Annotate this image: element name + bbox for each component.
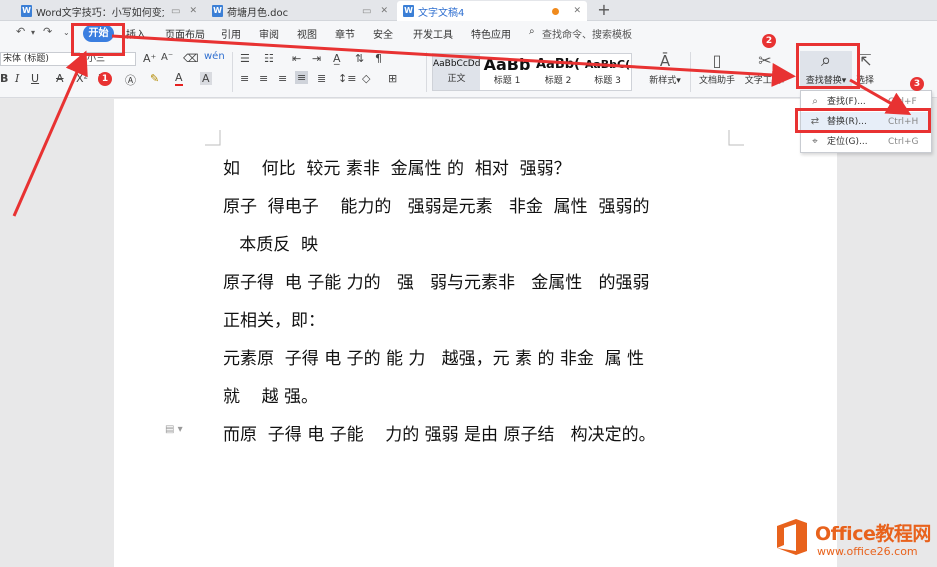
watermark-title: Office教程网 (815, 523, 931, 545)
step-badge-3: 3 (910, 77, 924, 91)
step-badge-2: 2 (762, 34, 776, 48)
step-badge-1: 1 (98, 72, 112, 86)
watermark-url: www.office26.com (817, 545, 918, 558)
highlight-start (71, 23, 125, 56)
highlight-replace (795, 108, 931, 133)
office-logo-icon (777, 519, 807, 555)
watermark: Office教程网 www.office26.com (773, 515, 937, 563)
highlight-find-replace (796, 43, 860, 89)
